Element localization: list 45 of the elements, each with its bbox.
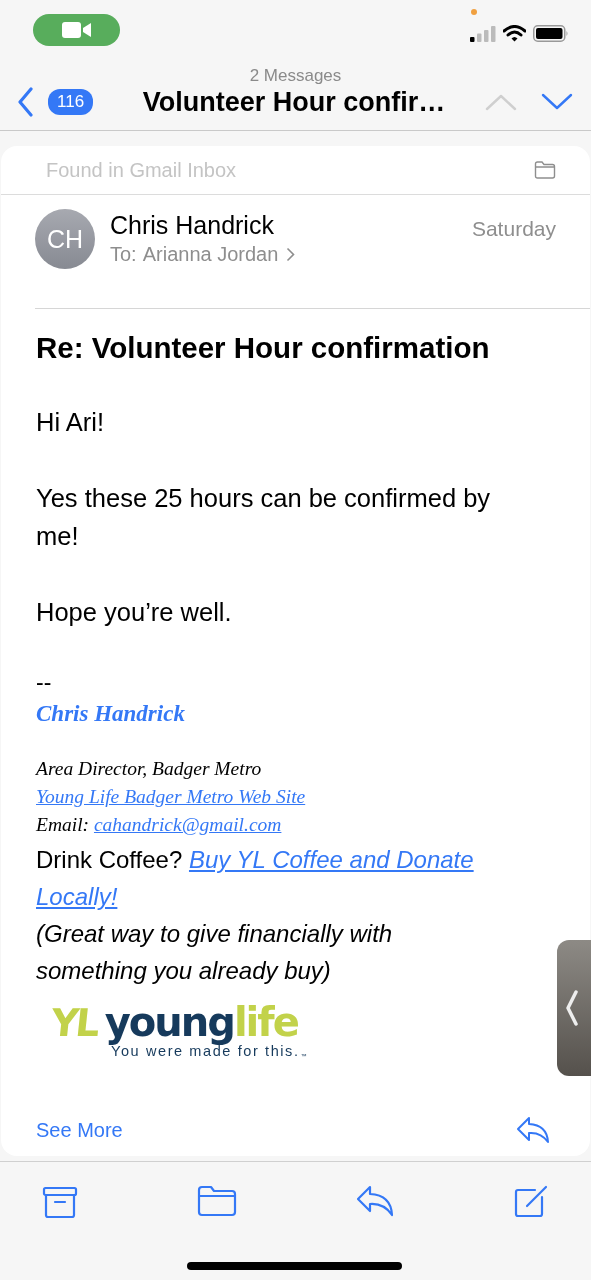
reply-icon — [516, 1116, 550, 1144]
archive-button[interactable] — [42, 1185, 78, 1219]
back-chevron-icon — [17, 87, 33, 117]
chevron-left-icon — [566, 990, 578, 1026]
reply-button[interactable] — [516, 1116, 550, 1144]
call-indicator[interactable] — [33, 14, 120, 46]
privacy-dot — [471, 9, 477, 15]
next-message-button[interactable] — [541, 93, 573, 111]
message-date: Saturday — [471, 217, 556, 242]
body-paragraph: Yes these 25 hours can be confirmed by me! — [36, 483, 492, 552]
message-subject: Re: Volunteer Hour confirmation — [36, 331, 491, 365]
unread-badge: 116 — [48, 89, 94, 115]
chevron-right-icon — [286, 247, 296, 262]
sender-name: Chris Handrick — [110, 211, 275, 240]
reply-button[interactable] — [356, 1185, 394, 1219]
compose-icon — [513, 1185, 549, 1219]
signature-name: Chris Handrick — [36, 701, 186, 727]
body-paragraph: Hi Ari! — [36, 407, 105, 438]
folder-icon — [197, 1185, 237, 1217]
move-to-folder-button[interactable] — [197, 1185, 237, 1219]
see-more-link[interactable]: See More — [36, 1118, 123, 1142]
mailbox-label: Found in Gmail Inbox — [46, 158, 237, 182]
message-count: 2 Messages — [249, 66, 342, 86]
video-camera-icon — [61, 21, 92, 39]
body-paragraph: Hope you’re well. — [36, 597, 233, 628]
compose-button[interactable] — [513, 1185, 549, 1219]
back-button[interactable]: 116 — [17, 87, 94, 117]
email-link[interactable]: cahandrick@gmail.com — [93, 814, 282, 835]
archive-box-icon — [42, 1185, 78, 1219]
side-handle[interactable] — [557, 940, 591, 1076]
wifi-icon — [503, 24, 526, 42]
coffee-promo-text: Drink Coffee? Buy YL Coffee and Donate Locally! — [36, 845, 475, 912]
email-label: Email: — [36, 814, 90, 835]
battery-icon — [533, 24, 569, 42]
signature-separator: -- — [36, 668, 53, 697]
signature-note: (Great way to give financially with something you already buy) — [36, 919, 394, 986]
signature-title: Area Director, Badger Metro — [36, 758, 262, 779]
folder-icon[interactable] — [534, 161, 556, 179]
recipient-link[interactable]: Arianna Jordan — [142, 243, 296, 266]
reply-icon — [356, 1185, 394, 1217]
sender-avatar: CH — [35, 209, 95, 269]
thread-title: Volunteer Hour confir… — [141, 86, 447, 118]
to-label: To: — [110, 243, 137, 266]
signal-icon — [470, 24, 496, 42]
website-link[interactable]: Young Life Badger Metro Web Site — [36, 786, 306, 807]
